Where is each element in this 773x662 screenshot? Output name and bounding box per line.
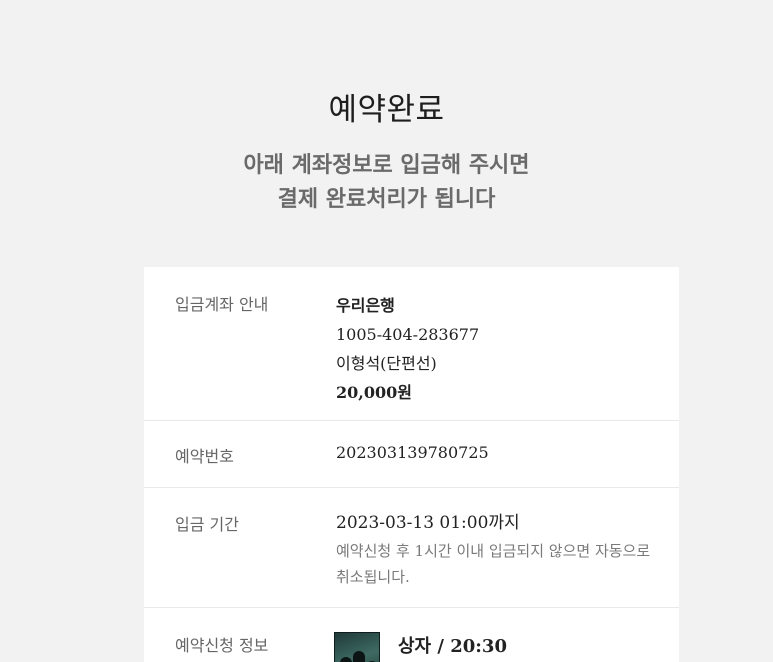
payment-amount: 20,000원 (336, 383, 412, 402)
reservation-info-row: 예약신청 정보 상자 / 20:30 (144, 608, 679, 662)
reservation-complete-page: 예약완료 아래 계좌정보로 입금해 주시면 결제 완료처리가 됩니다 입금계좌 … (0, 0, 773, 662)
page-title: 예약완료 (328, 92, 445, 128)
deposit-deadline: 2023-03-13 01:00까지 (336, 513, 520, 533)
account-info-label: 입금계좌 안내 (175, 295, 269, 314)
deposit-note: 예약신청 후 1시간 이내 입금되지 않으면 자동으로 취소됩니다. (336, 542, 651, 586)
reservation-number-row: 예약번호 202303139780725 (144, 421, 679, 488)
reservation-number-label: 예약번호 (175, 447, 234, 466)
bank-name: 우리은행 (336, 296, 395, 315)
reservation-info-label: 예약신청 정보 (175, 636, 269, 655)
account-holder: 이형석(단편선) (336, 354, 437, 373)
deposit-period-value: 2023-03-13 01:00까지 예약신청 후 1시간 이내 입금되지 않으… (336, 511, 656, 590)
show-poster-image (334, 632, 380, 662)
subtitle-line-1: 아래 계좌정보로 입금해 주시면 (243, 152, 530, 178)
show-title-time: 상자 / 20:30 (398, 636, 507, 657)
deposit-period-row: 입금 기간 2023-03-13 01:00까지 예약신청 후 1시간 이내 입… (144, 488, 679, 608)
reservation-number: 202303139780725 (336, 443, 489, 462)
account-info-row: 입금계좌 안내 우리은행 1005-404-283677 이형석(단편선) 20… (144, 267, 679, 421)
account-number: 1005-404-283677 (336, 325, 480, 344)
account-info-value: 우리은행 1005-404-283677 이형석(단편선) 20,000원 (336, 291, 656, 407)
page-subtitle: 아래 계좌정보로 입금해 주시면 결제 완료처리가 됩니다 (0, 148, 773, 216)
reservation-details-card: 입금계좌 안내 우리은행 1005-404-283677 이형석(단편선) 20… (144, 267, 679, 662)
subtitle-line-2: 결제 완료처리가 됩니다 (277, 186, 496, 212)
deposit-period-label: 입금 기간 (175, 515, 239, 534)
